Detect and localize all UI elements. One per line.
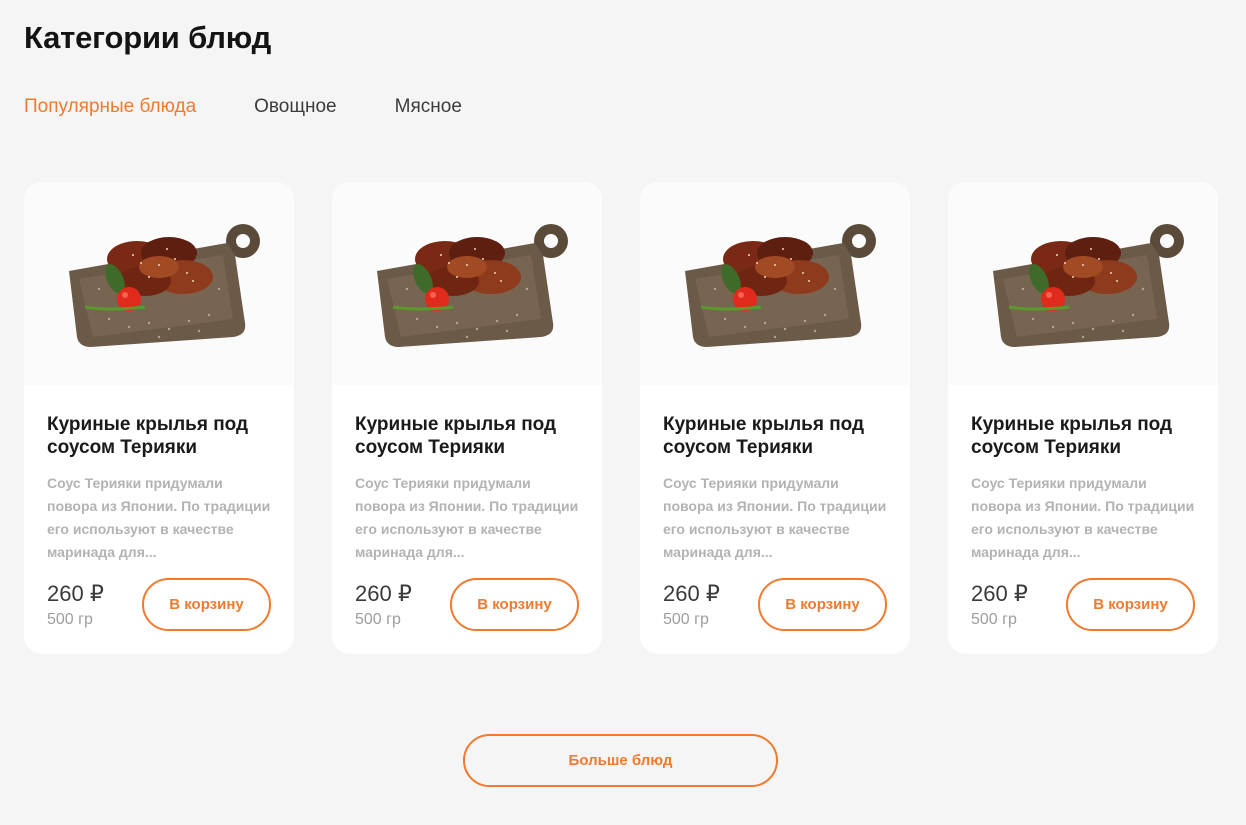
chicken-wings-on-board-image xyxy=(993,223,1184,347)
dish-price: 260 ₽ xyxy=(663,580,720,606)
price-block: 260 ₽ 500 гр xyxy=(663,581,720,629)
dish-image xyxy=(332,182,602,385)
card-footer: 260 ₽ 500 гр В корзину xyxy=(47,578,271,631)
dish-image xyxy=(24,182,294,385)
add-to-cart-button[interactable]: В корзину xyxy=(1066,578,1195,631)
add-to-cart-button[interactable]: В корзину xyxy=(450,578,579,631)
more-dishes-button[interactable]: Больше блюд xyxy=(463,734,778,787)
dish-description: Соус Терияки придумали повора из Японии.… xyxy=(47,475,271,560)
dish-title-line1: Куриные крылья под xyxy=(47,414,249,435)
tab-popular[interactable]: Популярные блюда xyxy=(24,96,196,118)
dish-title: Куриные крылья под соусом Терияки xyxy=(47,413,271,459)
dish-weight: 500 гр xyxy=(47,610,93,628)
dish-weight: 500 гр xyxy=(355,610,401,628)
dish-description: Соус Терияки придумали повора из Японии.… xyxy=(663,475,887,560)
dish-categories-section: Категории блюд Популярные блюда Овощное … xyxy=(0,0,1246,825)
tab-meat[interactable]: Мясное xyxy=(395,96,462,118)
card-footer: 260 ₽ 500 гр В корзину xyxy=(971,578,1195,631)
dish-title-line1: Куриные крылья под xyxy=(355,414,557,435)
chicken-wings-on-board-image xyxy=(685,223,876,347)
dish-weight: 500 гр xyxy=(971,610,1017,628)
dish-card: Куриные крылья под соусом Терияки Соус Т… xyxy=(24,182,294,654)
dish-title-line2: соусом Терияки xyxy=(355,437,506,458)
dish-weight: 500 гр xyxy=(663,610,709,628)
dish-card: Куриные крылья под соусом Терияки Соус Т… xyxy=(948,182,1218,654)
dish-card: Куриные крылья под соусом Терияки Соус Т… xyxy=(332,182,602,654)
price-block: 260 ₽ 500 гр xyxy=(971,581,1028,629)
chicken-wings-on-board-image xyxy=(69,223,260,347)
dish-description: Соус Терияки придумали повора из Японии.… xyxy=(971,475,1195,560)
section-title: Категории блюд xyxy=(24,20,272,55)
dish-price: 260 ₽ xyxy=(47,580,104,606)
dish-image xyxy=(948,182,1218,385)
category-tabs: Популярные блюда Овощное Мясное xyxy=(24,96,520,118)
dish-cards: Куриные крылья под соусом Терияки Соус Т… xyxy=(24,182,1218,654)
card-footer: 260 ₽ 500 гр В корзину xyxy=(663,578,887,631)
price-block: 260 ₽ 500 гр xyxy=(47,581,104,629)
price-block: 260 ₽ 500 гр xyxy=(355,581,412,629)
dish-card: Куриные крылья под соусом Терияки Соус Т… xyxy=(640,182,910,654)
dish-title-line2: соусом Терияки xyxy=(663,437,814,458)
dish-price: 260 ₽ xyxy=(971,580,1028,606)
dish-title-line2: соусом Терияки xyxy=(47,437,198,458)
dish-title-line1: Куриные крылья под xyxy=(971,414,1173,435)
chicken-wings-on-board-image xyxy=(377,223,568,347)
dish-title-line2: соусом Терияки xyxy=(971,437,1122,458)
dish-price: 260 ₽ xyxy=(355,580,412,606)
dish-title: Куриные крылья под соусом Терияки xyxy=(663,413,887,459)
tab-vegetable[interactable]: Овощное xyxy=(254,96,337,118)
dish-title: Куриные крылья под соусом Терияки xyxy=(971,413,1195,459)
add-to-cart-button[interactable]: В корзину xyxy=(142,578,271,631)
dish-title: Куриные крылья под соусом Терияки xyxy=(355,413,579,459)
card-footer: 260 ₽ 500 гр В корзину xyxy=(355,578,579,631)
dish-description: Соус Терияки придумали повора из Японии.… xyxy=(355,475,579,560)
add-to-cart-button[interactable]: В корзину xyxy=(758,578,887,631)
dish-image xyxy=(640,182,910,385)
dish-title-line1: Куриные крылья под xyxy=(663,414,865,435)
